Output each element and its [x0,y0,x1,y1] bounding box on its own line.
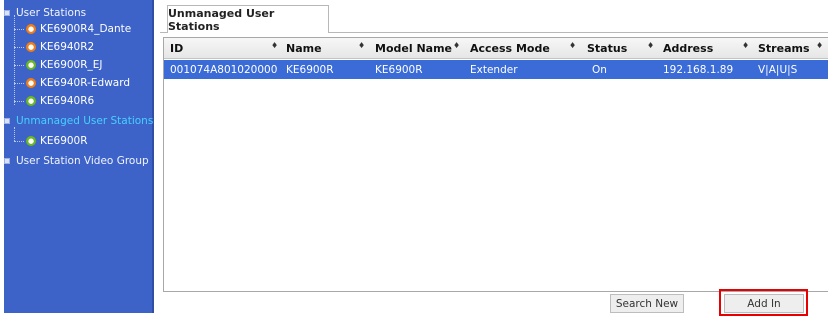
column-header-model-name[interactable]: Model Name [375,38,452,59]
tab-unmanaged-user-stations[interactable]: Unmanaged User Stations [167,5,329,33]
collapse-toggle-icon[interactable] [4,118,10,124]
status-orange-icon: ● [26,24,36,34]
tree-item-label: KE6940R6 [40,95,95,107]
tree-group-user-station-video-group[interactable]: User Station Video Group [4,154,149,168]
stations-table: ID ♦ Name ♦ Model Name ♦ Access Mode ♦ S… [163,37,828,292]
tree-item-unmanaged-station[interactable]: ● KE6900R [26,134,88,148]
tree-item-station[interactable]: ● KE6940R2 [26,40,94,54]
tree-group-unmanaged-user-stations[interactable]: Unmanaged User Stations [4,114,153,128]
column-header-label: Address [663,42,714,55]
collapse-toggle-icon[interactable] [4,158,10,164]
button-label: Search New [615,297,679,310]
cell-name: KE6900R [286,63,334,76]
button-label: Add In [747,297,781,310]
sort-icon[interactable]: ♦ [358,41,365,50]
sidebar-tree: User Stations ● KE6900R4_Dante ● KE6940R… [4,0,154,313]
sort-icon[interactable]: ♦ [271,41,278,50]
column-header-label: Name [286,42,322,55]
tree-item-station[interactable]: ● KE6900R_EJ [26,58,103,72]
search-new-button[interactable]: Search New [610,294,684,313]
cell-id: 001074A801020000 [170,63,278,76]
cell-status: On [592,63,607,76]
tree-connector [14,101,24,102]
tree-connector [14,47,24,48]
status-orange-icon: ● [26,42,36,52]
tab-label: Unmanaged User Stations [168,6,275,33]
tree-group-label: Unmanaged User Stations [16,115,154,127]
column-header-address[interactable]: Address [663,38,713,59]
status-green-icon: ● [26,96,36,106]
tree-item-label: KE6900R4_Dante [40,23,132,35]
tree-item-label: KE6900R [40,135,88,147]
tree-item-label: KE6900R_EJ [40,59,103,71]
tree-group-label: User Station Video Group [16,155,149,167]
status-orange-icon: ● [26,78,36,88]
table-row[interactable]: 001074A801020000 KE6900R KE6900R Extende… [164,60,828,79]
tree-connector [14,29,24,30]
sort-icon[interactable]: ♦ [742,41,749,50]
column-header-label: Status [587,42,628,55]
column-header-label: Model Name [375,42,452,55]
column-header-streams[interactable]: Streams [758,38,810,59]
column-header-label: Streams [758,42,810,55]
cell-address: 192.168.1.89 [663,63,734,76]
column-header-status[interactable]: Status [587,38,627,59]
tree-group-label: User Stations [16,7,87,19]
sort-icon[interactable]: ♦ [647,41,654,50]
tree-connector [14,83,24,84]
sort-icon[interactable]: ♦ [569,41,576,50]
collapse-toggle-icon[interactable] [4,10,10,16]
tree-connector [14,65,24,66]
add-in-button[interactable]: Add In [724,294,804,313]
cell-streams: V|A|U|S [758,63,798,76]
tree-item-station[interactable]: ● KE6940R-Edward [26,76,130,90]
column-header-access-mode[interactable]: Access Mode [470,38,550,59]
tree-item-station[interactable]: ● KE6900R4_Dante [26,22,131,36]
sort-icon[interactable]: ♦ [816,41,823,50]
tree-group-user-stations[interactable]: User Stations [4,6,86,20]
status-green-icon: ● [26,136,36,146]
tree-item-station[interactable]: ● KE6940R6 [26,94,94,108]
column-header-name[interactable]: Name [286,38,322,59]
tree-connector [14,127,15,141]
tree-item-label: KE6940R-Edward [40,77,131,89]
tree-connector [14,141,24,142]
cell-model-name: KE6900R [375,63,423,76]
column-header-label: ID [170,42,184,55]
tree-item-label: KE6940R2 [40,41,95,53]
table-header: ID ♦ Name ♦ Model Name ♦ Access Mode ♦ S… [164,38,828,59]
sort-icon[interactable]: ♦ [453,41,460,50]
cell-access-mode: Extender [470,63,518,76]
column-header-label: Access Mode [470,42,550,55]
column-header-id[interactable]: ID [170,38,183,59]
status-green-icon: ● [26,60,36,70]
